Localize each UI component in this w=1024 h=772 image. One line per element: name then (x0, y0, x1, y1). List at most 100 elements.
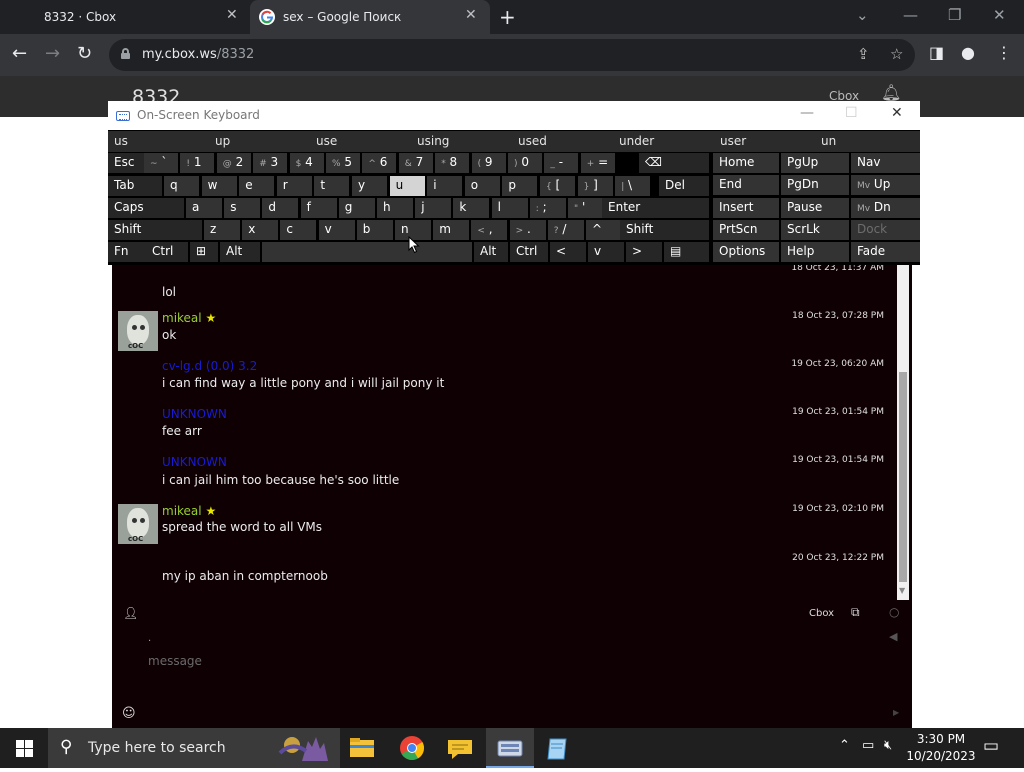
popout-icon[interactable]: ⧉ (851, 605, 860, 620)
key-11[interactable]: ) 0 (508, 153, 542, 173)
maximize-icon[interactable]: ☐ (845, 105, 858, 121)
key-d[interactable]: d (262, 198, 299, 218)
key-symsymsym[interactable]: < , (471, 220, 508, 240)
key-13[interactable]: + = (580, 153, 615, 173)
key-left-arrow[interactable]: < (550, 242, 586, 262)
prediction-item[interactable]: user (714, 131, 812, 152)
key-i[interactable]: i (427, 176, 463, 196)
prediction-item[interactable]: used (512, 131, 610, 152)
key-right-arrow[interactable]: > (626, 242, 662, 262)
key-sym[interactable]: ^ (586, 220, 622, 240)
close-tab-icon[interactable]: ✕ (465, 7, 477, 23)
key-z[interactable]: z (204, 220, 240, 240)
key-shift-left[interactable]: Shift (108, 220, 202, 240)
osk-titlebar[interactable]: On-Screen Keyboard — ☐ ✕ (108, 101, 920, 130)
key-nav[interactable]: Nav (851, 153, 920, 173)
key-backspace[interactable]: ⌫ (639, 153, 709, 173)
key-options[interactable]: Options (713, 242, 779, 263)
key-2[interactable]: ! 1 (180, 153, 215, 173)
prediction-item[interactable]: use (310, 131, 408, 152)
key-alt-left[interactable]: Alt (220, 242, 260, 262)
key-o[interactable]: o (464, 176, 500, 196)
key-3[interactable]: @ 2 (216, 153, 251, 173)
key-symsymsym[interactable]: ? / (547, 220, 584, 240)
send-arrow-icon[interactable]: ▶ (893, 708, 899, 717)
user-icon[interactable]: 👤︎ (123, 606, 138, 620)
key-enter[interactable]: Enter (602, 198, 709, 218)
bookmark-star-icon[interactable]: ☆ (890, 45, 903, 63)
close-tab-icon[interactable]: ✕ (226, 7, 238, 23)
key-ctrl-left[interactable]: Ctrl (146, 242, 188, 262)
key-10[interactable]: ( 9 (471, 153, 506, 173)
scrollbar-thumb[interactable] (899, 372, 907, 582)
key-fade[interactable]: Fade (851, 242, 920, 263)
lock-icon[interactable] (121, 48, 130, 59)
key-prtscn[interactable]: PrtScn (713, 219, 779, 240)
cbox-footer-link[interactable]: Cbox (809, 608, 834, 619)
key-fn[interactable]: Fn (108, 242, 146, 262)
key-p[interactable]: p (502, 176, 538, 196)
prediction-item[interactable]: up (209, 131, 307, 152)
prediction-item[interactable]: un (815, 131, 913, 152)
user-name-field[interactable]: . (148, 633, 151, 644)
osk-taskbar-icon[interactable] (486, 728, 534, 768)
volume-muted-icon[interactable]: 🔇︎ (884, 738, 892, 753)
key-w[interactable]: w (201, 176, 237, 196)
new-tab-icon[interactable]: + (499, 5, 516, 29)
key-symsymsym[interactable]: | \ (615, 176, 651, 196)
key-help[interactable]: Help (781, 242, 849, 263)
file-explorer-taskbar-icon[interactable] (338, 728, 386, 768)
taskbar-clock[interactable]: 3:30 PM 10/20/2023 (905, 731, 977, 765)
key-insert[interactable]: Insert (713, 197, 779, 218)
key-12[interactable]: _ - (544, 153, 579, 173)
key-l[interactable]: l (491, 198, 528, 218)
side-panel-icon[interactable]: ◨ (929, 43, 944, 62)
key-x[interactable]: x (242, 220, 279, 240)
key-symsymsym[interactable]: > . (509, 220, 546, 240)
key-f[interactable]: f (300, 198, 337, 218)
minimize-icon[interactable]: — (800, 105, 814, 121)
minimize-icon[interactable]: — (903, 6, 918, 24)
key-j[interactable]: j (415, 198, 452, 218)
profile-icon[interactable]: ● (961, 43, 975, 62)
key-pause[interactable]: Pause (781, 197, 849, 218)
key-down-arrow[interactable]: v (588, 242, 624, 262)
share-icon[interactable]: ⇪ (857, 45, 870, 63)
key-dock[interactable]: Dock (851, 219, 920, 240)
restore-icon[interactable]: ❐ (948, 6, 961, 24)
tab-search-chevron-icon[interactable]: ⌄ (856, 6, 869, 24)
avatar[interactable]: cOC (118, 504, 158, 544)
taskbar-search-box[interactable]: ⚲ Type here to search (48, 728, 340, 768)
chat-app-taskbar-icon[interactable] (436, 728, 484, 768)
key-c[interactable]: c (280, 220, 317, 240)
key-b[interactable]: b (356, 220, 393, 240)
key-del[interactable]: Del (659, 176, 709, 196)
key-home[interactable]: Home (713, 153, 779, 173)
key-v[interactable]: v (318, 220, 355, 240)
chat-scrollbar[interactable]: ▼ (897, 264, 909, 600)
key-7[interactable]: ^ 6 (362, 153, 397, 173)
key-end[interactable]: End (713, 175, 779, 196)
key-s[interactable]: s (224, 198, 261, 218)
key-1[interactable]: ~ ` (144, 153, 178, 173)
key-space[interactable] (262, 242, 472, 262)
key-mv-dn[interactable]: Mv Dn (851, 197, 920, 218)
username[interactable]: mikeal ★ (162, 504, 216, 518)
close-icon[interactable]: ✕ (891, 105, 903, 121)
send-icon[interactable]: ◀ (889, 630, 897, 643)
forward-arrow-icon[interactable]: → (45, 43, 60, 64)
key-alt-right[interactable]: Alt (474, 242, 508, 262)
username[interactable]: mikeal ★ (162, 311, 216, 325)
key-scrlk[interactable]: ScrLk (781, 219, 849, 240)
tab-google-search[interactable]: sex – Google Поиск ✕ (250, 0, 490, 34)
key-menu[interactable]: ▤ (664, 242, 709, 262)
prediction-item[interactable]: us (108, 131, 206, 152)
chevron-up-icon[interactable]: ⌃ (839, 738, 850, 753)
prediction-item[interactable]: under (613, 131, 711, 152)
avatar[interactable]: cOC (118, 311, 158, 351)
chrome-taskbar-icon[interactable] (388, 728, 436, 768)
key-ctrl-right[interactable]: Ctrl (510, 242, 548, 262)
key-8[interactable]: & 7 (398, 153, 433, 173)
key-m[interactable]: m (433, 220, 470, 240)
key-caps[interactable]: Caps (108, 198, 184, 218)
